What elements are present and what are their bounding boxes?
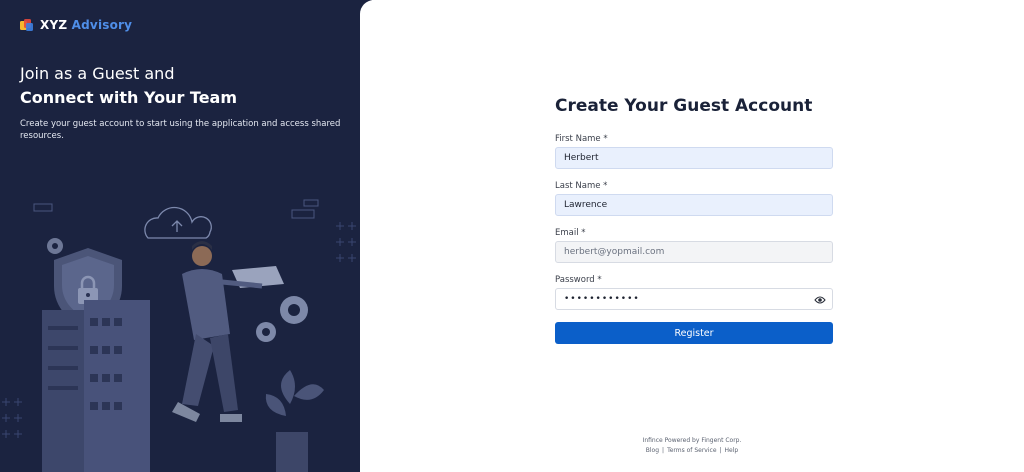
last-name-label: Last Name *: [555, 181, 608, 191]
footer-link-help[interactable]: Help: [725, 447, 739, 454]
register-button[interactable]: Register: [555, 322, 833, 344]
guest-registration-form: Create Your Guest Account First Name * H…: [555, 96, 833, 344]
left-panel: XYZ Advisory Join as a Guest and Connect…: [0, 0, 372, 472]
last-name-field-group: Last Name * Lawrence: [555, 181, 833, 216]
first-name-field-group: First Name * Herbert: [555, 134, 833, 169]
email-field-group: Email * herbert@yopmail.com: [555, 228, 833, 263]
hero-description: Create your guest account to start using…: [20, 119, 341, 141]
gear-icon: [256, 296, 308, 342]
footer-links: Blog | Terms of Service | Help: [645, 447, 739, 454]
email-input: herbert@yopmail.com: [555, 241, 833, 263]
security-illustration: [2, 199, 356, 472]
brand-logo: XYZ Advisory: [19, 17, 132, 32]
right-panel: Create Your Guest Account First Name * H…: [360, 0, 1024, 472]
password-value: ••••••••••••: [564, 294, 640, 304]
email-label: Email *: [555, 228, 586, 238]
logo-mark-icon: [20, 19, 33, 31]
brand-name: XYZ Advisory: [40, 17, 133, 32]
form-title: Create Your Guest Account: [555, 96, 813, 116]
first-name-label: First Name *: [555, 134, 608, 144]
footer: Infince Powered by Fingent Corp. Blog | Te…: [360, 436, 1024, 456]
first-name-input[interactable]: Herbert: [555, 147, 833, 169]
last-name-input[interactable]: Lawrence: [555, 194, 833, 216]
footer-link-terms[interactable]: Terms of Service: [667, 447, 716, 454]
password-label: Password *: [555, 275, 602, 285]
hero-heading-line2: Connect with Your Team: [20, 88, 238, 107]
footer-link-blog[interactable]: Blog: [646, 447, 659, 454]
hero-heading-line1: Join as a Guest and: [20, 64, 175, 83]
eye-icon[interactable]: [814, 294, 826, 306]
gear-icon: [47, 238, 63, 254]
cloud-upload-icon: [144, 206, 212, 239]
password-input[interactable]: ••••••••••••: [555, 288, 833, 310]
password-field-group: Password * ••••••••••••: [555, 275, 833, 310]
powered-by-text: Infince Powered by Fingent Corp.: [642, 437, 742, 444]
